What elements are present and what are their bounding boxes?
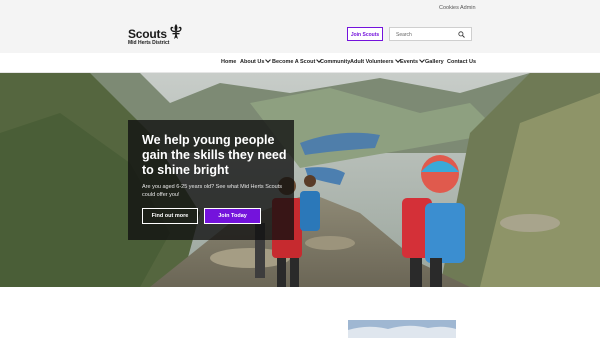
nav-label: About Us: [240, 59, 265, 65]
find-out-more-button[interactable]: Find out more: [142, 208, 198, 224]
nav-item-home[interactable]: Home: [221, 59, 236, 65]
hero-card: We help young people gain the skills the…: [128, 120, 294, 240]
site-logo[interactable]: Scouts Mid Herts District: [128, 24, 182, 46]
nav-label: Community: [320, 59, 351, 65]
logo-subtitle: Mid Herts District: [128, 40, 170, 46]
hero-image-mountain-hikers: [0, 73, 600, 287]
nav-item-community[interactable]: Community: [320, 59, 350, 65]
search-box: [389, 27, 472, 41]
search-input[interactable]: [396, 31, 456, 38]
content-section: [0, 287, 600, 338]
site-header: Scouts Mid Herts District Join Scouts: [0, 17, 600, 53]
chevron-down-icon: [265, 57, 272, 63]
fleur-de-lis-icon: [170, 24, 182, 39]
search-icon[interactable]: [458, 31, 465, 38]
nav-item-events[interactable]: Events: [400, 57, 425, 65]
nav-label: Home: [221, 59, 237, 65]
main-nav: Home About Us Become A Scout Community A…: [0, 53, 600, 73]
join-today-button[interactable]: Join Today: [204, 208, 261, 224]
admin-link[interactable]: Admin: [460, 5, 476, 11]
nav-label: Events: [400, 59, 419, 65]
cookies-link[interactable]: Cookies: [439, 5, 459, 11]
hero-banner: We help young people gain the skills the…: [0, 73, 600, 287]
nav-label: Adult Volunteers: [350, 59, 394, 65]
nav-label: Become A Scout: [272, 59, 316, 65]
nav-item-become-a-scout[interactable]: Become A Scout: [272, 57, 323, 65]
nav-label: Gallery: [425, 59, 444, 65]
nav-item-about-us[interactable]: About Us: [240, 57, 272, 65]
join-scouts-button[interactable]: Join Scouts: [347, 27, 383, 41]
hero-heading: We help young people gain the skills the…: [142, 133, 287, 177]
nav-item-adult-volunteers[interactable]: Adult Volunteers: [350, 57, 401, 65]
logo-wordmark: Scouts: [128, 27, 167, 41]
nav-item-contact-us[interactable]: Contact Us: [447, 59, 476, 65]
utility-bar: Cookies Admin: [0, 0, 600, 17]
content-image: [348, 320, 456, 338]
hero-subheading: Are you aged 6-25 years old? See what Mi…: [142, 184, 283, 198]
nav-label: Contact Us: [447, 59, 477, 65]
nav-item-gallery[interactable]: Gallery: [425, 59, 444, 65]
